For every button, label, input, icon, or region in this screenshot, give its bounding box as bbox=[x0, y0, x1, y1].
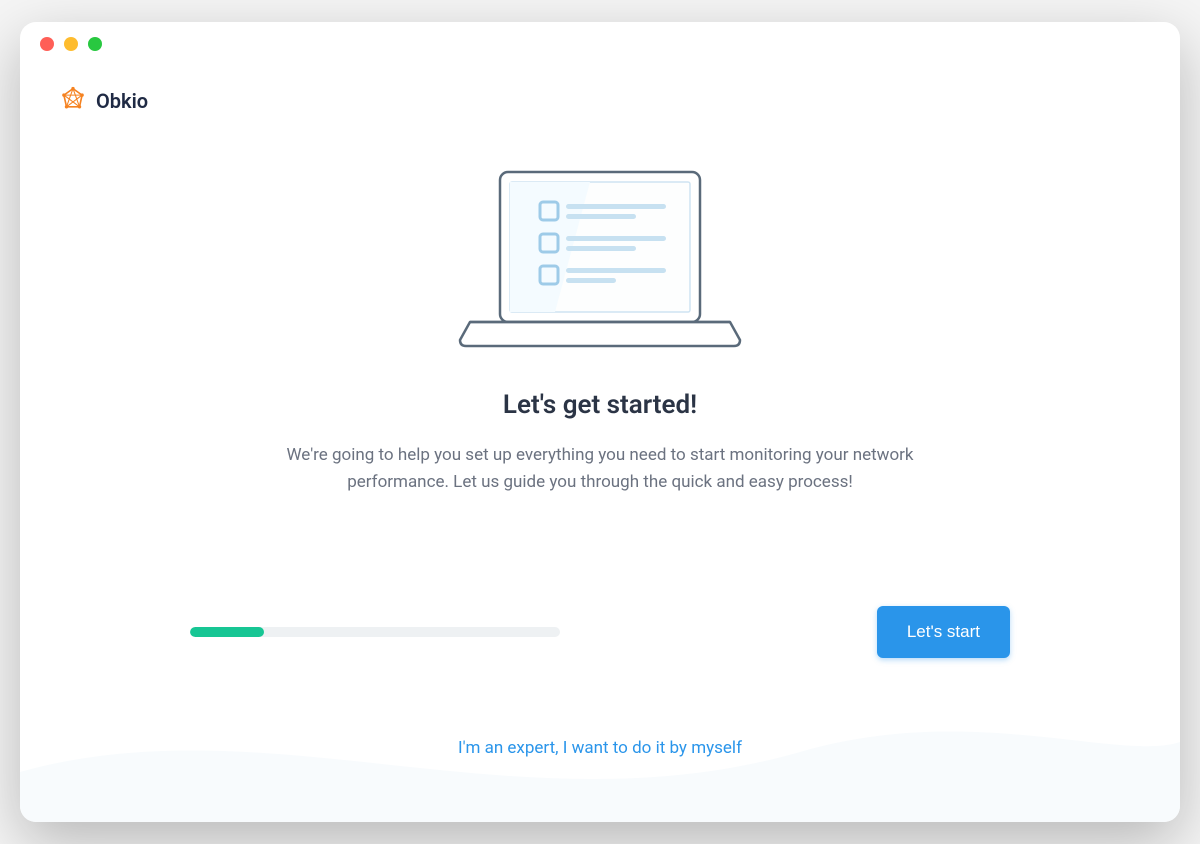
action-row: Let's start bbox=[190, 606, 1010, 658]
cursor-icon bbox=[710, 796, 724, 818]
skip-onboarding-link[interactable]: I'm an expert, I want to do it by myself bbox=[458, 738, 742, 758]
onboarding-progress-bar bbox=[190, 627, 560, 637]
onboarding-title: Let's get started! bbox=[503, 390, 697, 420]
brand-logo: Obkio bbox=[60, 86, 148, 116]
onboarding-subtitle: We're going to help you set up everythin… bbox=[250, 442, 950, 496]
window-titlebar bbox=[20, 22, 1180, 66]
brand-name: Obkio bbox=[96, 89, 148, 113]
content-area: Obkio bbox=[20, 66, 1180, 822]
laptop-illustration-icon bbox=[440, 162, 760, 362]
lets-start-button[interactable]: Let's start bbox=[877, 606, 1010, 658]
minimize-window-icon[interactable] bbox=[64, 37, 78, 51]
maximize-window-icon[interactable] bbox=[88, 37, 102, 51]
progress-fill bbox=[190, 627, 264, 637]
onboarding-main: Let's get started! We're going to help y… bbox=[190, 82, 1010, 758]
app-window: Obkio bbox=[20, 22, 1180, 822]
close-window-icon[interactable] bbox=[40, 37, 54, 51]
logo-icon bbox=[60, 86, 86, 116]
